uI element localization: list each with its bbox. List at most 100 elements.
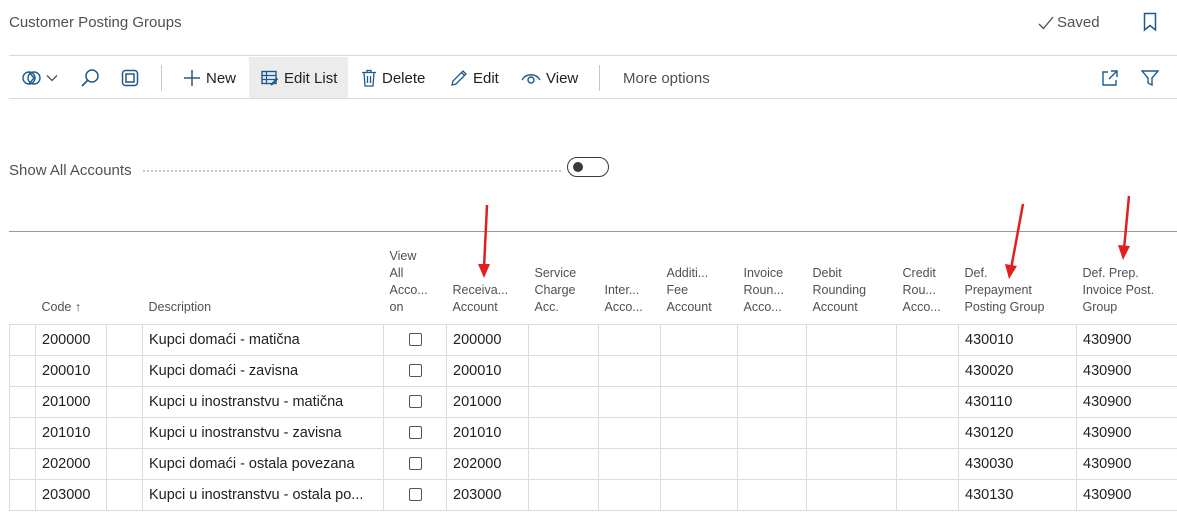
view-all-accounts-checkbox[interactable] — [408, 457, 422, 471]
interest-account-cell[interactable] — [598, 323, 661, 356]
analyze-menu-button[interactable] — [21, 57, 58, 99]
interest-account-cell[interactable] — [598, 416, 661, 449]
interest-account-cell[interactable] — [598, 478, 661, 511]
view-button[interactable]: View — [521, 57, 578, 99]
def-prepayment-posting-group-cell[interactable]: 430020 — [958, 354, 1077, 387]
new-button[interactable]: New — [183, 57, 236, 99]
table-row[interactable]: 200000 Kupci domaći - matična 200000 430010… — [9, 323, 1177, 356]
column-header-interest-account[interactable]: Inter... Acco... — [599, 234, 661, 324]
row-selector-cell[interactable] — [9, 385, 36, 418]
invoice-rounding-account-cell[interactable] — [737, 385, 807, 418]
description-cell[interactable]: Kupci u inostranstvu - matična — [142, 385, 384, 418]
additional-fee-account-cell[interactable] — [660, 354, 738, 387]
debit-rounding-account-cell[interactable] — [806, 478, 897, 511]
show-all-accounts-toggle[interactable] — [567, 157, 609, 177]
view-all-accounts-cell[interactable] — [383, 416, 447, 449]
edit-button[interactable]: Edit — [450, 57, 499, 99]
invoice-rounding-account-cell[interactable] — [737, 354, 807, 387]
code-cell[interactable]: 200000 — [35, 323, 107, 356]
additional-fee-account-cell[interactable] — [660, 416, 738, 449]
code-cell[interactable]: 203000 — [35, 478, 107, 511]
column-header-invoice-rounding-account[interactable]: Invoice Roun... Acco... — [738, 234, 807, 324]
more-options-button[interactable]: More options — [623, 57, 710, 99]
view-all-accounts-cell[interactable] — [383, 354, 447, 387]
filter-button[interactable] — [1141, 57, 1159, 99]
debit-rounding-account-cell[interactable] — [806, 354, 897, 387]
column-header-credit-rounding-account[interactable]: Credit Rou... Acco... — [897, 234, 959, 324]
credit-rounding-account-cell[interactable] — [896, 354, 959, 387]
view-all-accounts-cell[interactable] — [383, 478, 447, 511]
receivables-account-cell[interactable]: 200010 — [446, 354, 529, 387]
code-cell[interactable]: 200010 — [35, 354, 107, 387]
invoice-rounding-account-cell[interactable] — [737, 478, 807, 511]
view-all-accounts-cell[interactable] — [383, 385, 447, 418]
code-cell[interactable]: 201010 — [35, 416, 107, 449]
debit-rounding-account-cell[interactable] — [806, 323, 897, 356]
description-cell[interactable]: Kupci domaći - matična — [142, 323, 384, 356]
column-header-view-all-accounts[interactable]: View All Acco... on — [384, 234, 447, 324]
table-row[interactable]: 202000 Kupci domaći - ostala povezana 2020… — [9, 447, 1177, 480]
receivables-account-cell[interactable]: 201000 — [446, 385, 529, 418]
description-cell[interactable]: Kupci domaći - ostala povezana — [142, 447, 384, 480]
share-button[interactable] — [1101, 57, 1119, 99]
service-charge-acc-cell[interactable] — [528, 478, 599, 511]
row-selector-cell[interactable] — [9, 478, 36, 511]
def-prep-invoice-post-group-cell[interactable]: 430900 — [1076, 478, 1177, 511]
debit-rounding-account-cell[interactable] — [806, 447, 897, 480]
delete-button[interactable]: Delete — [361, 57, 425, 99]
interest-account-cell[interactable] — [598, 385, 661, 418]
invoice-rounding-account-cell[interactable] — [737, 323, 807, 356]
service-charge-acc-cell[interactable] — [528, 416, 599, 449]
row-selector-cell[interactable] — [9, 354, 36, 387]
def-prepayment-posting-group-cell[interactable]: 430120 — [958, 416, 1077, 449]
search-button[interactable] — [80, 57, 100, 99]
row-selector-cell[interactable] — [9, 416, 36, 449]
def-prepayment-posting-group-cell[interactable]: 430010 — [958, 323, 1077, 356]
view-all-accounts-checkbox[interactable] — [408, 364, 422, 378]
def-prepayment-posting-group-cell[interactable]: 430110 — [958, 385, 1077, 418]
view-all-accounts-checkbox[interactable] — [408, 395, 422, 409]
table-row[interactable]: 201000 Kupci u inostranstvu - matična 2010… — [9, 385, 1177, 418]
def-prepayment-posting-group-cell[interactable]: 430030 — [958, 447, 1077, 480]
additional-fee-account-cell[interactable] — [660, 323, 738, 356]
table-row[interactable]: 203000 Kupci u inostranstvu - ostala po..… — [9, 478, 1177, 511]
service-charge-acc-cell[interactable] — [528, 385, 599, 418]
receivables-account-cell[interactable]: 201010 — [446, 416, 529, 449]
receivables-account-cell[interactable]: 203000 — [446, 478, 529, 511]
interest-account-cell[interactable] — [598, 354, 661, 387]
column-header-code[interactable]: Code ↑ — [36, 234, 107, 324]
edit-list-button[interactable]: Edit List — [249, 57, 348, 99]
description-cell[interactable]: Kupci domaći - zavisna — [142, 354, 384, 387]
def-prep-invoice-post-group-cell[interactable]: 430900 — [1076, 416, 1177, 449]
def-prep-invoice-post-group-cell[interactable]: 430900 — [1076, 323, 1177, 356]
credit-rounding-account-cell[interactable] — [896, 447, 959, 480]
credit-rounding-account-cell[interactable] — [896, 385, 959, 418]
additional-fee-account-cell[interactable] — [660, 447, 738, 480]
receivables-account-cell[interactable]: 200000 — [446, 323, 529, 356]
filter-pane-button[interactable] — [121, 57, 139, 99]
view-all-accounts-cell[interactable] — [383, 323, 447, 356]
bookmark-icon[interactable] — [1143, 12, 1157, 32]
description-cell[interactable]: Kupci u inostranstvu - ostala po... — [142, 478, 384, 511]
table-row[interactable]: 200010 Kupci domaći - zavisna 200010 430020… — [9, 354, 1177, 387]
additional-fee-account-cell[interactable] — [660, 385, 738, 418]
row-selector-cell[interactable] — [9, 447, 36, 480]
interest-account-cell[interactable] — [598, 447, 661, 480]
table-row[interactable]: 201010 Kupci u inostranstvu - zavisna 2010… — [9, 416, 1177, 449]
credit-rounding-account-cell[interactable] — [896, 323, 959, 356]
debit-rounding-account-cell[interactable] — [806, 385, 897, 418]
def-prep-invoice-post-group-cell[interactable]: 430900 — [1076, 447, 1177, 480]
invoice-rounding-account-cell[interactable] — [737, 416, 807, 449]
receivables-account-cell[interactable]: 202000 — [446, 447, 529, 480]
service-charge-acc-cell[interactable] — [528, 354, 599, 387]
additional-fee-account-cell[interactable] — [660, 478, 738, 511]
service-charge-acc-cell[interactable] — [528, 323, 599, 356]
def-prepayment-posting-group-cell[interactable]: 430130 — [958, 478, 1077, 511]
def-prep-invoice-post-group-cell[interactable]: 430900 — [1076, 385, 1177, 418]
row-selector-cell[interactable] — [9, 323, 36, 356]
view-all-accounts-checkbox[interactable] — [408, 488, 422, 502]
service-charge-acc-cell[interactable] — [528, 447, 599, 480]
def-prep-invoice-post-group-cell[interactable]: 430900 — [1076, 354, 1177, 387]
column-header-debit-rounding-account[interactable]: Debit Rounding Account — [807, 234, 897, 324]
credit-rounding-account-cell[interactable] — [896, 416, 959, 449]
